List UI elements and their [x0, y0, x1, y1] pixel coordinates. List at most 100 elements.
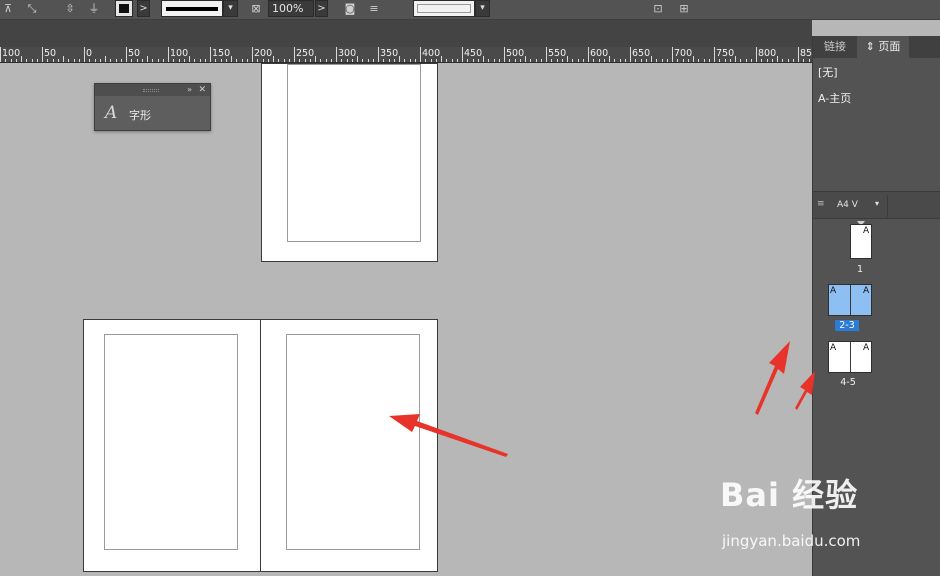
content-fit-icon[interactable]: ⊞: [676, 2, 692, 16]
fill-select[interactable]: [413, 0, 475, 17]
tab-pages[interactable]: ⇕ 页面: [857, 36, 909, 58]
ruler-label: 800: [758, 48, 777, 59]
ruler-minor-tick: [36, 59, 38, 62]
ruler-minor-tick: [141, 59, 143, 62]
ruler-minor-tick: [257, 59, 259, 62]
chevron-down-icon[interactable]: ▾: [875, 199, 879, 208]
scale-icon: ⊠: [251, 2, 261, 15]
ruler-minor-tick: [441, 56, 442, 62]
ruler-minor-tick: [498, 59, 500, 62]
ruler-label: 150: [212, 48, 231, 59]
ruler-minor-tick: [178, 59, 180, 62]
page-size-bar[interactable]: ≡ A4 V ▾: [813, 191, 940, 219]
page-label-2-3[interactable]: 2-3: [835, 320, 859, 331]
ruler-minor-tick: [567, 56, 568, 62]
watermark-url: jingyan.baidu.com: [722, 532, 861, 550]
ruler-major-tick: [336, 47, 337, 62]
flow-icon[interactable]: ⏚: [86, 2, 102, 16]
ruler-minor-tick: [761, 59, 763, 62]
stroke-next-button[interactable]: >: [137, 0, 150, 17]
ruler-minor-tick: [393, 59, 395, 62]
ruler-minor-tick: [409, 59, 411, 62]
page-label-4-5[interactable]: 4-5: [828, 377, 868, 388]
glyph-panel[interactable]: » ✕ A 字形: [94, 83, 211, 131]
page-label-1[interactable]: 1: [840, 264, 880, 275]
ruler-minor-tick: [493, 59, 495, 62]
ruler-label: 650: [632, 48, 651, 59]
drag-grip-icon[interactable]: [143, 89, 159, 92]
ruler-minor-tick: [120, 59, 122, 62]
scale-next-button[interactable]: >: [315, 0, 328, 17]
ruler-label: 450: [464, 48, 483, 59]
collapse-icon[interactable]: »: [187, 84, 192, 96]
ruler-minor-tick: [740, 59, 742, 62]
ruler-minor-tick: [21, 56, 22, 62]
ruler-minor-tick: [115, 59, 117, 62]
scale-percent-field[interactable]: 100%: [268, 0, 314, 17]
menu-icon[interactable]: ≡: [817, 199, 825, 209]
ruler-minor-tick: [792, 59, 794, 62]
ruler-minor-tick: [10, 59, 12, 62]
ruler-minor-tick: [199, 59, 201, 62]
ruler-minor-tick: [572, 59, 574, 62]
ruler-label: 200: [254, 48, 273, 59]
ruler-minor-tick: [677, 59, 679, 62]
wrap-around-icon[interactable]: ≡: [366, 2, 382, 16]
ruler-minor-tick: [320, 59, 322, 62]
page-thumbnail-4-5[interactable]: A A: [828, 341, 872, 373]
ruler-minor-tick: [220, 59, 222, 62]
horizontal-ruler[interactable]: 100 50 0 50 100 150 200 250 300 350 400 450 500 550 60…: [0, 47, 812, 63]
glyph-panel-item[interactable]: A 字形: [95, 100, 210, 126]
ruler-minor-tick: [719, 59, 721, 62]
ruler-minor-tick: [278, 59, 280, 62]
ruler-label: 50: [128, 48, 141, 59]
ruler-label: 550: [548, 48, 567, 59]
ruler-minor-tick: [131, 59, 133, 62]
ruler-minor-tick: [399, 56, 400, 62]
ruler-major-tick: [588, 47, 589, 62]
frame-fit-icon[interactable]: ⊡: [650, 2, 666, 16]
align-icon[interactable]: ⊼: [0, 2, 16, 16]
master-list: [无] A-主页: [813, 60, 940, 112]
chevron-down-icon[interactable]: ▾: [223, 0, 238, 17]
tab-links[interactable]: 链接: [813, 36, 857, 58]
close-icon[interactable]: ✕: [198, 84, 206, 96]
ruler-minor-tick: [782, 59, 784, 62]
stroke-color-swatch[interactable]: [115, 0, 133, 17]
page-1[interactable]: [261, 63, 438, 262]
ruler-minor-tick: [530, 59, 532, 62]
page-2[interactable]: [83, 319, 261, 572]
ruler-minor-tick: [656, 59, 658, 62]
wrap-icon[interactable]: ◙: [342, 2, 358, 16]
ruler-minor-tick: [225, 59, 227, 62]
page-thumbnail-1[interactable]: A: [850, 224, 872, 259]
page-size-label[interactable]: A4 V: [837, 200, 858, 210]
chevron-down-icon[interactable]: ▾: [475, 0, 490, 17]
transform-icon[interactable]: ⤡: [24, 2, 40, 16]
master-item-none[interactable]: [无]: [813, 60, 940, 86]
divider: [887, 195, 888, 217]
margin-guide: [286, 334, 420, 550]
ruler-minor-tick: [693, 56, 694, 62]
ruler-minor-tick: [766, 59, 768, 62]
ruler-minor-tick: [414, 59, 416, 62]
ruler-minor-tick: [63, 56, 64, 62]
master-item-a[interactable]: A-主页: [813, 86, 940, 112]
ruler-major-tick: [42, 47, 43, 62]
ruler-minor-tick: [288, 59, 290, 62]
page-3[interactable]: [260, 319, 438, 572]
ruler-minor-tick: [246, 59, 248, 62]
ruler-major-tick: [168, 47, 169, 62]
ruler-minor-tick: [456, 59, 458, 62]
panel-header[interactable]: » ✕: [95, 84, 210, 96]
ruler-minor-tick: [551, 59, 553, 62]
ruler-minor-tick: [325, 59, 327, 62]
ruler-label: 750: [716, 48, 735, 59]
page-thumbnail-2-3[interactable]: A A: [828, 284, 872, 316]
ruler-minor-tick: [162, 59, 164, 62]
baidu-watermark: Bai 经验 jingyan.baidu.com: [720, 470, 920, 560]
ruler-minor-tick: [635, 59, 637, 62]
ruler-label: 250: [296, 48, 315, 59]
stroke-style-select[interactable]: [161, 0, 223, 17]
distribute-icon[interactable]: ⇳: [62, 2, 78, 16]
